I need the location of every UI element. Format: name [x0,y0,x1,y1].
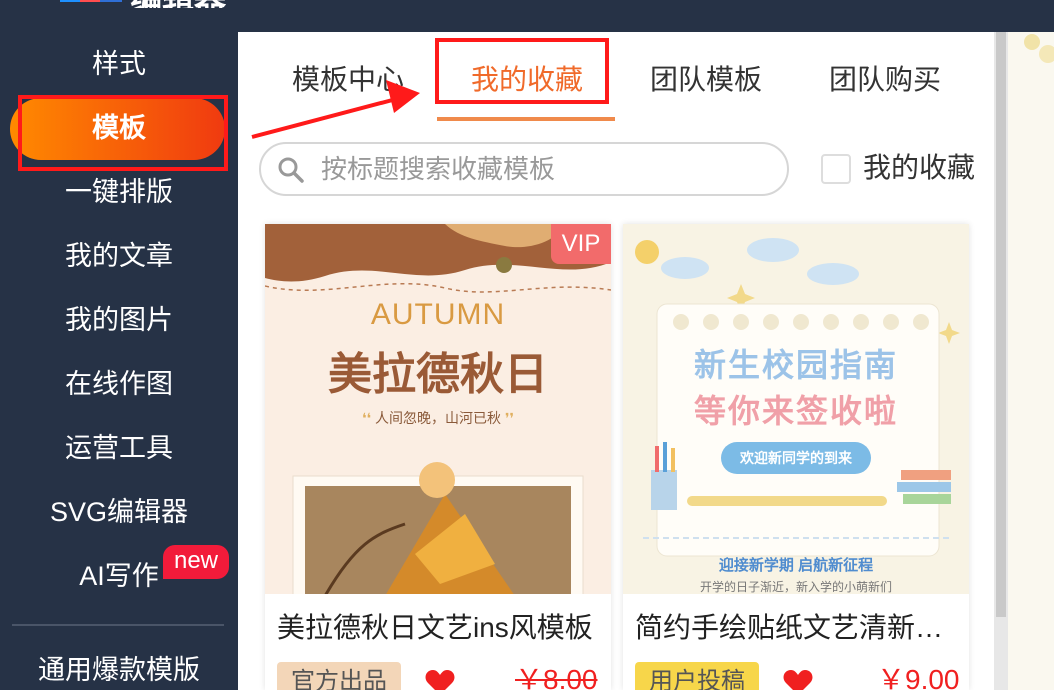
preview-heading-cn: 美拉德秋日 [328,350,548,399]
sidebar: 样式 模板 一键排版 我的文章 我的图片 在线作图 运营工具 SVG编辑器 AI… [0,32,238,690]
close-quote-icon: ❜❜ [501,410,514,426]
sidebar-item-auto-layout[interactable]: 一键排版 [0,172,238,212]
favorites-checkbox-label[interactable]: 我的收藏 [863,148,975,188]
sidebar-item-style[interactable]: 样式 [0,44,238,84]
sidebar-item-my-images[interactable]: 我的图片 [0,300,238,340]
open-quote-icon: ❛❛ [362,410,375,426]
sidebar-item-online-design[interactable]: 在线作图 [0,364,238,404]
preview-footer2: 开学的日子渐近，新入学的小萌新们 [699,580,892,594]
card-title[interactable]: 美拉德秋日文艺ins风模板 [277,608,603,648]
favorite-heart-icon[interactable] [783,668,813,690]
scrollbar-thumb[interactable] [996,32,1006,617]
template-preview-campus[interactable]: 新生校园指南 等你来签收啦 欢迎新同学的到来 迎接新学期 启航新征程 开学的日子… [623,224,969,594]
tab-highlight-box [435,38,609,104]
tab-team-templates[interactable]: 团队模板 [650,58,762,102]
favorite-heart-icon[interactable] [425,668,455,690]
app-logo[interactable]: 编辑器 [60,0,226,8]
active-tab-underline [437,117,615,121]
app-name: 编辑器 [130,0,226,8]
canvas-decoration [1024,34,1054,63]
template-card[interactable]: 新生校园指南 等你来签收啦 欢迎新同学的到来 迎接新学期 启航新征程 开学的日子… [623,224,969,690]
sidebar-item-ops-tools[interactable]: 运营工具 [0,428,238,468]
sidebar-highlight-box [18,95,228,171]
preview-footer1: 迎接新学期 启航新征程 [718,557,874,574]
sidebar-divider [12,624,224,626]
card-title[interactable]: 简约手绘贴纸文艺清新… [635,608,961,648]
card-price: ￥9.00 [877,664,960,690]
search-input[interactable]: 按标题搜索收藏模板 [321,144,555,194]
favorites-checkbox[interactable] [821,154,851,184]
sidebar-item-svg-editor[interactable]: SVG编辑器 [0,492,238,532]
preview-line1: 新生校园指南 [693,347,898,383]
preview-line2: 等你来签收啦 [693,393,898,429]
preview-pill: 欢迎新同学的到来 [721,442,871,474]
tab-template-center[interactable]: 模板中心 [292,58,404,102]
preview-quote: ❛❛ 人间忽晚，山河已秋 ❜❜ [265,408,611,428]
search-box[interactable]: 按标题搜索收藏模板 [259,142,789,196]
template-card[interactable]: AUTUMN 美拉德秋日 ❛❛ 人间忽晚，山河已秋 ❜❜ VIP 美拉德秋日文艺… [265,224,611,690]
tab-team-purchase[interactable]: 团队购买 [829,58,941,102]
logo-mark-icon [60,0,122,6]
editor-canvas-edge [1008,32,1054,690]
template-preview-autumn[interactable]: AUTUMN 美拉德秋日 ❛❛ 人间忽晚，山河已秋 ❜❜ VIP [265,224,611,594]
tag-user-submitted: 用户投稿 [635,662,759,690]
tag-official: 官方出品 [277,662,401,690]
sidebar-item-popular-templates[interactable]: 通用爆款模版 [0,650,238,690]
vip-badge: VIP [551,224,611,264]
new-badge: new [163,545,229,579]
card-price: ￥8.00 [515,664,598,690]
template-panel: 模板中心 我的收藏 团队模板 团队购买 按标题搜索收藏模板 我的收藏 AUTUM… [238,32,994,690]
preview-heading-en: AUTUMN [370,298,506,331]
sidebar-item-my-articles[interactable]: 我的文章 [0,236,238,276]
preview-quote-text: 人间忽晚，山河已秋 [375,410,501,426]
top-bar: 编辑器 [0,0,1054,32]
search-icon [278,157,304,183]
